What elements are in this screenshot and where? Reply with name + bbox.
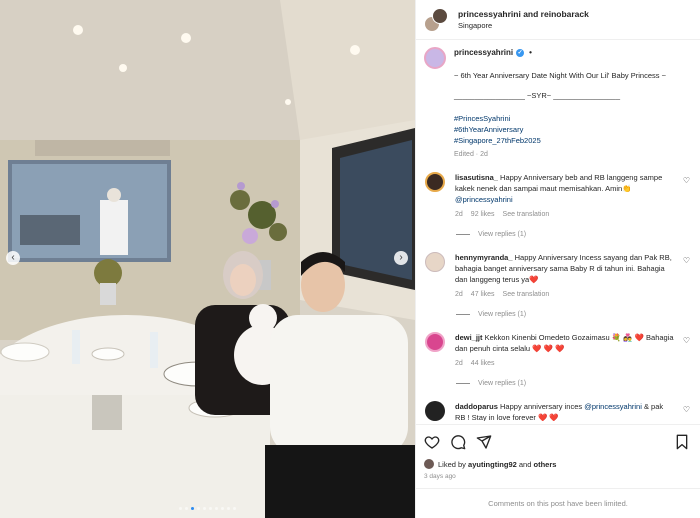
avatar [432, 7, 448, 24]
comments-scroll-area[interactable]: princessyahrini ✓ • ~ 6th Year Anniversa… [416, 41, 700, 421]
comment-time: 2d [455, 360, 463, 367]
hashtag-link[interactable]: #6thYearAnniversary [454, 124, 692, 135]
caption-hashtags: #PrincesSyahrini #6thYearAnniversary #Si… [454, 113, 692, 146]
share-icon[interactable] [476, 434, 492, 450]
comment-item: daddoparus Happy anniversary inces @prin… [424, 401, 692, 421]
carousel-dot [233, 507, 236, 510]
view-replies-link[interactable]: View replies (1) [456, 231, 692, 238]
comment-item: lisasutisna_ Happy Anniversary beb and R… [424, 172, 692, 220]
avatar[interactable] [425, 252, 445, 272]
avatar[interactable] [425, 401, 445, 421]
caption-text: ~ 6th Year Anniversary Date Night With O… [454, 71, 666, 80]
divider [456, 383, 470, 384]
comment-username[interactable]: dewi_jjt [455, 333, 483, 342]
comment-likes[interactable]: 47 likes [471, 289, 495, 300]
carousel-dot [209, 507, 212, 510]
post-time[interactable]: 3 days ago [424, 473, 692, 480]
comment-like-heart-icon[interactable]: ♡ [683, 176, 690, 185]
view-replies-link[interactable]: View replies (1) [456, 380, 692, 387]
comment-like-heart-icon[interactable]: ♡ [683, 336, 690, 345]
bookmark-icon[interactable] [674, 434, 690, 450]
liked-by-prefix: Liked by [438, 459, 466, 469]
caption-edited-time: Edited · 2d [454, 151, 488, 158]
collab-avatars[interactable] [424, 7, 450, 32]
carousel-dot [185, 507, 188, 510]
comment-username[interactable]: daddoparus [455, 402, 498, 411]
divider [456, 234, 470, 235]
separator: • [529, 48, 532, 57]
carousel-dot [203, 507, 206, 510]
verified-badge-icon: ✓ [516, 48, 525, 57]
comment-icon[interactable] [450, 434, 466, 450]
hashtag-link[interactable]: #Singapore_27thFeb2025 [454, 135, 692, 146]
avatar[interactable] [425, 332, 445, 352]
comment-time: 2d [455, 211, 463, 218]
liked-by-user[interactable]: ayutingting92 [468, 460, 517, 469]
comment-mention[interactable]: @princessyahrini [584, 402, 642, 411]
comment-time: 2d [455, 291, 463, 298]
liked-by-others[interactable]: others [534, 460, 557, 469]
comment-like-heart-icon[interactable]: ♡ [683, 256, 690, 265]
comments-limited-notice: Comments on this post have been limited. [416, 488, 700, 508]
carousel-dot [179, 507, 182, 510]
comment-item: hennymyranda_ Happy Anniversary Incess s… [424, 252, 692, 300]
post-side-panel: princessyahrini and reinobarack Singapor… [415, 0, 700, 518]
comment-like-heart-icon[interactable]: ♡ [683, 405, 690, 414]
post-caption: princessyahrini ✓ • ~ 6th Year Anniversa… [424, 47, 692, 160]
see-translation-link[interactable]: See translation [503, 289, 550, 300]
post-authors[interactable]: princessyahrini and reinobarack [458, 9, 589, 19]
divider [456, 314, 470, 315]
comment-text: Happy anniversary inces [500, 402, 583, 411]
hashtag-link[interactable]: #PrincesSyahrini [454, 113, 692, 124]
carousel-dot [221, 507, 224, 510]
view-replies-link[interactable]: View replies (1) [456, 311, 692, 318]
post-header: princessyahrini and reinobarack Singapor… [416, 0, 700, 40]
comment-text: Kekkon Kinenbi Omedeto Gozaimasu 💐 👩‍❤️‍… [455, 333, 674, 353]
comment-username[interactable]: lisasutisna_ [455, 173, 498, 182]
comment-item: dewi_jjt Kekkon Kinenbi Omedeto Gozaimas… [424, 332, 692, 369]
post-location[interactable]: Singapore [458, 21, 589, 30]
carousel-dot [227, 507, 230, 510]
comment-mention[interactable]: @princessyahrini [455, 195, 513, 204]
heart-icon[interactable] [424, 434, 440, 450]
post-photo[interactable]: ‹ › [0, 0, 415, 518]
see-translation-link[interactable]: See translation [503, 209, 550, 220]
carousel-dot [215, 507, 218, 510]
comment-username[interactable]: hennymyranda_ [455, 253, 513, 262]
avatar[interactable] [424, 459, 434, 469]
post-actions: Liked by ayutingting92 and others 3 days… [416, 424, 700, 480]
liked-by-row: Liked by ayutingting92 and others [424, 459, 692, 469]
carousel-dot [191, 507, 194, 510]
carousel-indicator [0, 507, 415, 510]
comment-likes[interactable]: 44 likes [471, 358, 495, 369]
caption-username[interactable]: princessyahrini ✓ • [454, 47, 532, 58]
avatar[interactable] [425, 172, 445, 192]
carousel-dot [197, 507, 200, 510]
carousel-prev-button[interactable]: ‹ [6, 251, 20, 265]
comment-likes[interactable]: 92 likes [471, 209, 495, 220]
caption-signature: _________________ ~SYR~ ________________ [454, 91, 620, 100]
liked-by-and: and [518, 459, 532, 469]
photo-illustration [0, 0, 415, 518]
carousel-next-button[interactable]: › [394, 251, 408, 265]
avatar[interactable] [424, 47, 446, 69]
